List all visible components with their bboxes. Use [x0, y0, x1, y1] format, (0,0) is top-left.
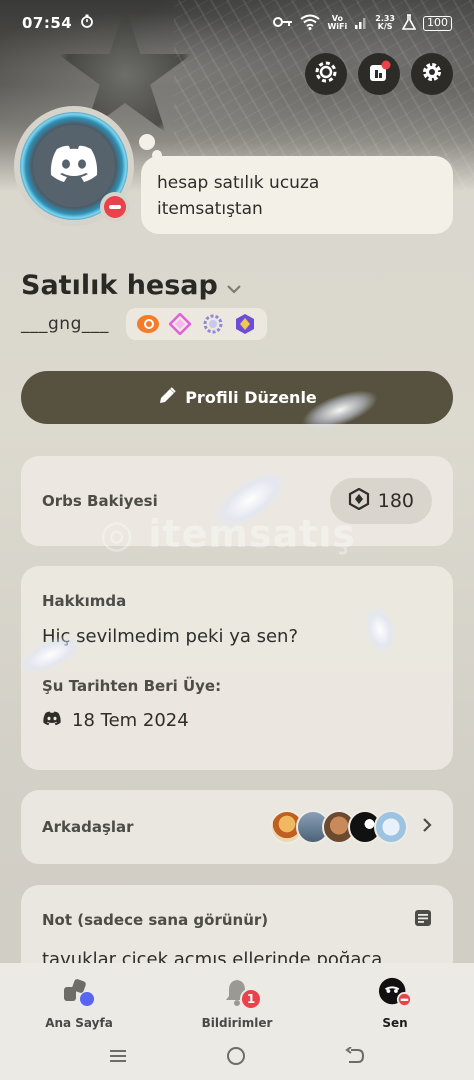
orb-badge-icon[interactable]: [233, 312, 257, 336]
timer-icon: [80, 14, 94, 32]
nav-home-label: Ana Sayfa: [45, 1016, 113, 1030]
friends-label: Arkadaşlar: [42, 818, 134, 836]
home-icon: [62, 976, 96, 1008]
recents-icon[interactable]: [109, 1048, 127, 1068]
status-line-2: itemsatıştan: [157, 199, 263, 219]
nitro-gear-icon: [314, 60, 338, 88]
edit-profile-button[interactable]: Profili Düzenle: [21, 371, 453, 424]
discord-logo-icon: [48, 144, 100, 188]
orbs-balance-value: 180: [377, 490, 414, 512]
bubble-tail-large: [139, 134, 155, 150]
custom-status-bubble[interactable]: hesap satılık ucuza itemsatıştan: [141, 156, 453, 234]
nav-you[interactable]: Sen: [325, 976, 465, 1030]
orbs-balance-card[interactable]: Orbs Bakiyesi 180: [21, 456, 453, 546]
signal-icon: [354, 15, 368, 32]
orb-icon: [348, 487, 370, 515]
key-icon: [273, 16, 293, 31]
nitro-button[interactable]: [305, 53, 347, 95]
about-me-title: Hakkımda: [42, 592, 127, 610]
note-icon: [414, 909, 432, 931]
friends-card[interactable]: Arkadaşlar: [21, 790, 453, 864]
flask-icon: [401, 13, 417, 33]
shop-icon: [366, 59, 392, 89]
network-speed: 2.33 K/S: [375, 15, 395, 31]
home-circle-icon[interactable]: [226, 1046, 246, 1070]
note-title: Not (sadece sana görünür): [42, 911, 269, 929]
discord-small-icon: [42, 710, 62, 731]
status-time: 07:54: [22, 14, 73, 32]
about-me-text: Hiç sevilmedim peki ya sen?: [42, 626, 299, 647]
notification-count-badge: 1: [240, 988, 262, 1010]
about-me-card: Hakkımda Hiç sevilmedim peki ya sen? Şu …: [21, 566, 453, 770]
boost-badge-icon[interactable]: [168, 312, 192, 336]
nav-home[interactable]: Ana Sayfa: [9, 976, 149, 1030]
vowifi-bottom-text: WiFi: [327, 22, 348, 31]
member-since-date: 18 Tem 2024: [72, 710, 189, 731]
nav-you-label: Sen: [382, 1016, 408, 1030]
back-icon[interactable]: [344, 1045, 365, 1069]
bottom-navigation: Ana Sayfa 1 Bildirimler Sen: [0, 963, 474, 1035]
vowifi-indicator: Vo WiFi: [327, 15, 347, 31]
shop-button[interactable]: [358, 53, 400, 95]
quest-badge-icon[interactable]: [201, 312, 225, 336]
settings-button[interactable]: [411, 53, 453, 95]
display-name[interactable]: Satılık hesap: [21, 270, 242, 301]
battery-indicator: 100: [423, 15, 452, 31]
chevron-down-icon: [226, 270, 242, 301]
avatar-image: [33, 125, 115, 207]
profile-avatar-icon: [378, 976, 412, 1008]
edit-profile-label: Profili Düzenle: [185, 388, 317, 407]
status-line-1: hesap satılık ucuza: [157, 173, 320, 193]
display-name-text: Satılık hesap: [21, 270, 218, 301]
note-header: Not (sadece sana görünür): [42, 909, 432, 931]
member-since-label: Şu Tarihten Beri Üye:: [42, 677, 222, 695]
system-navigation-bar: [0, 1035, 474, 1080]
system-status-bar: 07:54 Vo WiFi 2.33 K/S 100: [0, 0, 474, 46]
orbs-label: Orbs Bakiyesi: [42, 492, 158, 510]
bell-icon: 1: [220, 976, 262, 1010]
nitro-badge-icon[interactable]: [136, 312, 160, 336]
username: ___gng___: [21, 314, 109, 334]
wifi-icon: [300, 14, 321, 33]
friend-avatars: [270, 810, 408, 844]
member-since-row: 18 Tem 2024: [42, 710, 432, 731]
badge-list[interactable]: [126, 308, 267, 340]
chevron-right-icon: [422, 817, 432, 837]
pencil-icon: [157, 386, 177, 410]
speed-unit: K/S: [377, 22, 393, 31]
nav-notifications-label: Bildirimler: [201, 1016, 273, 1030]
settings-gear-icon: [420, 60, 444, 88]
nav-notifications[interactable]: 1 Bildirimler: [167, 976, 307, 1030]
dnd-icon: [104, 196, 126, 218]
friend-avatar: [374, 810, 408, 844]
dnd-status-indicator: [100, 192, 130, 222]
orbs-balance-pill[interactable]: 180: [329, 478, 432, 524]
